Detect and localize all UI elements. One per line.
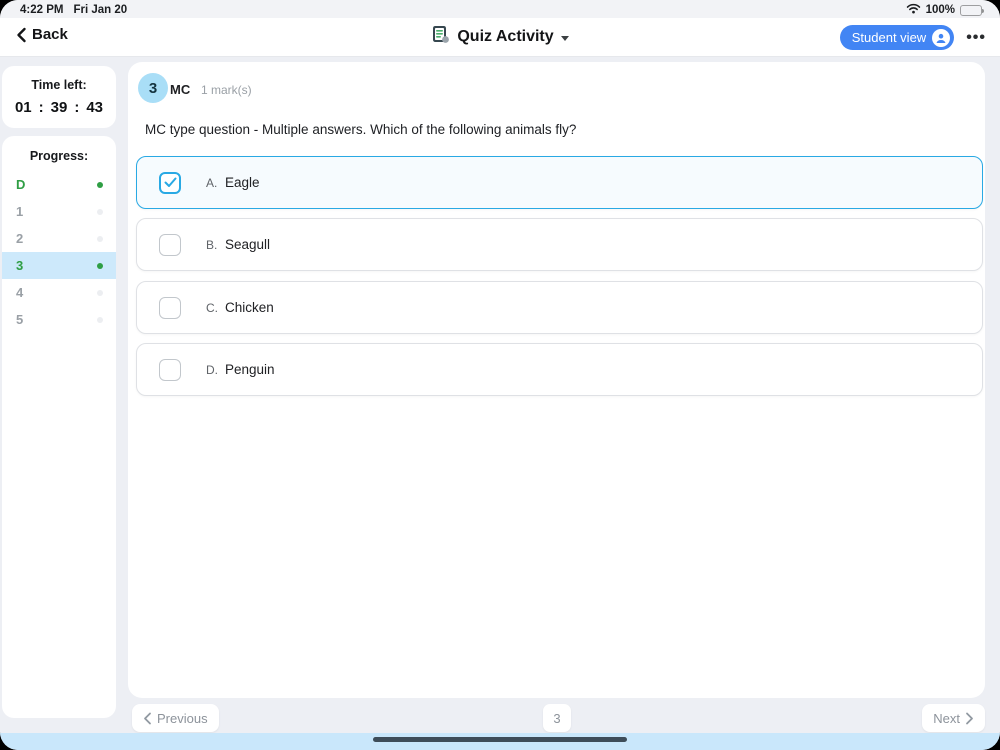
page-title: Quiz Activity xyxy=(457,28,554,45)
battery-icon xyxy=(960,4,984,16)
timer-card: Time left: 01 : 39 : 43 xyxy=(2,66,116,128)
option-text: Seagull xyxy=(225,237,271,252)
status-dot xyxy=(97,181,103,188)
progress-item-5[interactable]: 5 xyxy=(2,306,116,333)
option-b-seagull[interactable]: B. Seagull xyxy=(136,218,983,271)
progress-panel: Progress: D 1 2 3 4 5 xyxy=(2,136,116,718)
previous-label: Previous xyxy=(157,710,208,726)
pagination-bar: Previous 3 Next xyxy=(128,698,1000,733)
option-letter: C. xyxy=(206,300,218,315)
checkbox-icon[interactable] xyxy=(159,171,181,194)
progress-item-4[interactable]: 4 xyxy=(2,279,116,306)
timer-hours: 01 xyxy=(14,99,32,116)
clock: 4:22 PM xyxy=(20,4,64,16)
progress-item-1[interactable]: 1 xyxy=(2,198,116,225)
chevron-down-icon[interactable] xyxy=(560,36,569,41)
option-letter: D. xyxy=(206,362,218,377)
timer-value: 01 : 39 : 43 xyxy=(14,99,104,116)
student-view-label: Student view xyxy=(851,30,927,45)
chevron-left-icon xyxy=(17,27,26,42)
chevron-right-icon xyxy=(966,712,973,724)
next-button[interactable]: Next xyxy=(922,704,985,732)
progress-item-3[interactable]: 3 xyxy=(2,252,116,279)
question-text: MC type question - Multiple answers. Whi… xyxy=(145,122,577,137)
status-dot xyxy=(97,262,103,269)
timer-label: Time left: xyxy=(31,78,87,92)
option-a-eagle[interactable]: A. Eagle xyxy=(136,156,983,209)
status-dot xyxy=(97,208,103,215)
more-menu-button[interactable]: ••• xyxy=(966,25,986,50)
timer-minutes: 39 xyxy=(50,99,68,116)
option-letter: B. xyxy=(206,237,218,252)
timer-seconds: 43 xyxy=(86,99,104,116)
quiz-activity-icon xyxy=(431,25,450,49)
option-text: Penguin xyxy=(225,362,275,377)
checkbox-icon[interactable] xyxy=(159,233,181,256)
avatar-icon xyxy=(932,28,951,47)
option-d-penguin[interactable]: D. Penguin xyxy=(136,343,983,396)
progress-label: Progress: xyxy=(29,149,89,163)
status-bar: 4:22 PM Fri Jan 20 100% xyxy=(0,0,1000,18)
status-dot xyxy=(97,289,103,296)
question-card: 3 MC 1 mark(s) MC type question - Multip… xyxy=(128,62,985,698)
option-text: Eagle xyxy=(225,175,260,190)
progress-item-2[interactable]: 2 xyxy=(2,225,116,252)
chevron-left-icon xyxy=(144,712,151,724)
checkbox-icon[interactable] xyxy=(159,296,181,319)
question-number-badge: 3 xyxy=(138,73,168,103)
current-page-indicator: 3 xyxy=(543,704,571,732)
checkbox-icon[interactable] xyxy=(159,358,181,381)
progress-list: D 1 2 3 4 5 xyxy=(2,171,116,333)
wifi-icon xyxy=(906,3,921,17)
status-dot xyxy=(97,235,103,242)
battery-percent: 100% xyxy=(925,4,955,16)
student-view-button[interactable]: Student view xyxy=(839,25,955,50)
back-button[interactable]: Back xyxy=(16,26,68,43)
option-text: Chicken xyxy=(225,300,274,315)
option-letter: A. xyxy=(206,175,218,190)
next-label: Next xyxy=(933,710,960,726)
back-label: Back xyxy=(32,26,68,43)
question-type: MC xyxy=(170,82,191,97)
option-c-chicken[interactable]: C. Chicken xyxy=(136,281,983,334)
question-marks: 1 mark(s) xyxy=(201,83,252,97)
home-indicator[interactable] xyxy=(373,737,627,742)
date: Fri Jan 20 xyxy=(73,4,128,16)
header: Back Quiz Activity Student view ••• xyxy=(0,18,1000,57)
progress-item-d[interactable]: D xyxy=(2,171,116,198)
status-dot xyxy=(97,316,103,323)
bottom-strip xyxy=(0,733,1000,750)
ipad-screen: 4:22 PM Fri Jan 20 100% Back Quiz Activi… xyxy=(0,0,1000,750)
previous-button[interactable]: Previous xyxy=(132,704,219,732)
